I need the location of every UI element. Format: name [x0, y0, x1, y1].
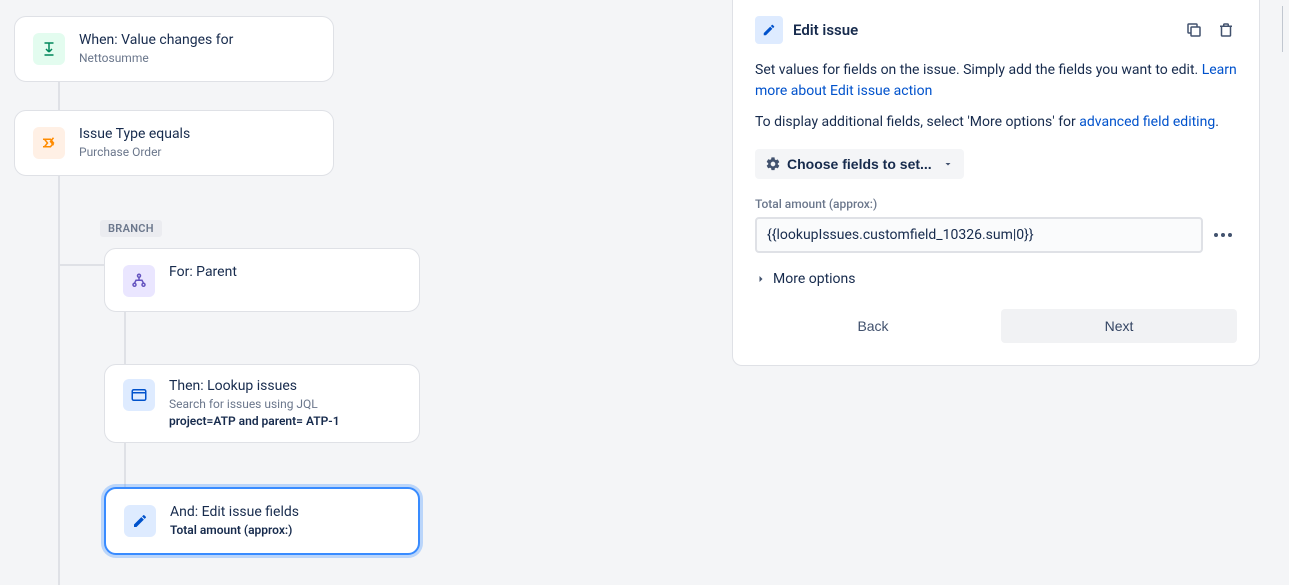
edit-issue-sub: Total amount (approx:) — [170, 523, 299, 539]
branch-icon — [123, 265, 155, 297]
panel-desc2b: . — [1215, 114, 1219, 130]
lookup-card[interactable]: Then: Lookup issues Search for issues us… — [104, 364, 420, 443]
chevron-down-icon — [942, 158, 954, 170]
panel-desc2a: To display additional fields, select 'Mo… — [755, 114, 1079, 130]
branch-container: BRANCH For: Parent Then: Lookup issues S… — [58, 198, 414, 585]
edit-issue-card[interactable]: And: Edit issue fields Total amount (app… — [104, 487, 420, 555]
edit-issue-title: And: Edit issue fields — [170, 503, 299, 521]
condition-sub: Purchase Order — [79, 145, 190, 161]
pencil-icon — [755, 16, 783, 44]
trigger-card[interactable]: When: Value changes for Nettosumme — [14, 16, 334, 82]
panel-title: Edit issue — [793, 21, 1173, 39]
trigger-title: When: Value changes for — [79, 31, 233, 49]
panel-desc-text: Set values for fields on the issue. Simp… — [755, 62, 1202, 78]
connector — [58, 176, 414, 198]
more-options-toggle[interactable]: More options — [755, 271, 1237, 287]
connector — [58, 82, 414, 110]
condition-title: Issue Type equals — [79, 125, 190, 143]
trigger-icon — [33, 33, 65, 65]
lookup-title: Then: Lookup issues — [169, 377, 340, 395]
back-button[interactable]: Back — [755, 309, 991, 343]
duplicate-icon[interactable] — [1183, 19, 1205, 41]
choose-fields-button[interactable]: Choose fields to set... — [755, 149, 964, 179]
branch-for-title: For: Parent — [169, 263, 237, 281]
connector — [124, 312, 414, 364]
edit-issue-panel: Edit issue Set values for fields on the … — [732, 0, 1260, 366]
condition-card[interactable]: Issue Type equals Purchase Order — [14, 110, 334, 176]
pencil-icon — [124, 505, 156, 537]
trash-icon[interactable] — [1215, 19, 1237, 41]
field-label: Total amount (approx:) — [755, 197, 1237, 211]
lookup-sub1: Search for issues using JQL — [169, 397, 340, 413]
lookup-sub2: project=ATP and parent= ATP-1 — [169, 414, 340, 430]
connector — [124, 443, 414, 487]
trigger-sub: Nettosumme — [79, 51, 233, 67]
automation-flow: When: Value changes for Nettosumme Issue… — [14, 16, 414, 585]
total-amount-input[interactable] — [755, 217, 1203, 253]
condition-icon — [33, 127, 65, 159]
choose-fields-label: Choose fields to set... — [787, 156, 932, 172]
advanced-editing-link[interactable]: advanced field editing — [1079, 114, 1215, 130]
branch-for-card[interactable]: For: Parent — [104, 248, 420, 312]
chevron-right-icon — [755, 273, 767, 285]
more-options-label: More options — [773, 271, 856, 287]
branch-label: BRANCH — [100, 220, 162, 237]
scrollbar-stub — [1282, 6, 1283, 52]
field-more-icon[interactable] — [1209, 221, 1237, 249]
panel-description-2: To display additional fields, select 'Mo… — [755, 112, 1237, 133]
next-button[interactable]: Next — [1001, 309, 1237, 343]
lookup-icon — [123, 379, 155, 411]
panel-description: Set values for fields on the issue. Simp… — [755, 60, 1237, 102]
gear-icon — [765, 156, 781, 172]
